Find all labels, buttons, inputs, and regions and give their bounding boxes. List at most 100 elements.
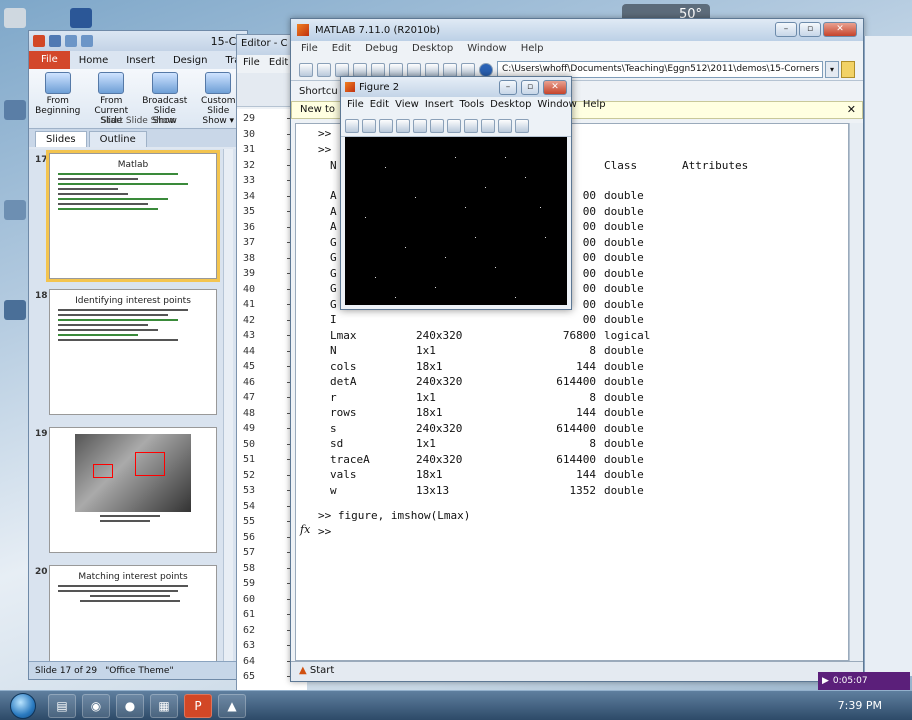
- slide-thumbnail[interactable]: Identifying interest points: [49, 289, 217, 415]
- fig-menu-window[interactable]: Window: [537, 99, 576, 113]
- taskbar-chrome-icon[interactable]: ●: [116, 693, 144, 718]
- pointer-icon[interactable]: [413, 118, 427, 133]
- copy-icon[interactable]: [353, 62, 367, 77]
- whos-class: double: [604, 251, 644, 264]
- zoom-in-icon[interactable]: [430, 118, 444, 133]
- menu-file[interactable]: File: [301, 43, 318, 57]
- image-pixel: [540, 207, 541, 208]
- minimize-button[interactable]: –: [775, 22, 797, 37]
- close-button[interactable]: ✕: [823, 22, 857, 37]
- tab-outline[interactable]: Outline: [88, 131, 147, 147]
- maximize-button[interactable]: ▫: [799, 22, 821, 37]
- fig-new-icon[interactable]: [345, 118, 359, 133]
- start-button[interactable]: ▲ Start: [291, 661, 863, 681]
- redo-icon[interactable]: [81, 35, 93, 47]
- play-icon[interactable]: ▶: [822, 676, 829, 686]
- folder-dropdown-icon[interactable]: ▾: [825, 61, 839, 78]
- menu-desktop[interactable]: Desktop: [412, 43, 453, 57]
- slide-photo-marker: [93, 464, 113, 478]
- browse-folder-icon[interactable]: [841, 61, 855, 78]
- ppt-tab-design[interactable]: Design: [164, 55, 217, 66]
- line-number: 31: [243, 144, 256, 155]
- figure-minimize-button[interactable]: –: [499, 79, 517, 95]
- taskbar-explorer-icon[interactable]: ▦: [150, 693, 178, 718]
- undo-icon[interactable]: [65, 35, 77, 47]
- figure-image[interactable]: [345, 137, 567, 305]
- slides-scrollbar[interactable]: [223, 149, 233, 661]
- save-icon[interactable]: [49, 35, 61, 47]
- slide-thumbnail[interactable]: Matching interest points: [49, 565, 217, 661]
- pan-icon[interactable]: [464, 118, 478, 133]
- menu-window[interactable]: Window: [467, 43, 506, 57]
- ppt-tab-file[interactable]: File: [29, 51, 70, 69]
- image-pixel: [515, 297, 516, 298]
- whos-size: 240x320: [416, 375, 463, 388]
- shortcuts-label: Shortcu: [299, 85, 338, 97]
- desktop-icon-word[interactable]: [70, 8, 92, 28]
- menu-debug[interactable]: Debug: [365, 43, 398, 57]
- fig-menu-view[interactable]: View: [395, 99, 419, 113]
- taskbar-office-icon[interactable]: ◉: [82, 693, 110, 718]
- menu-help[interactable]: Help: [521, 43, 544, 57]
- line-number: 49: [243, 423, 256, 434]
- windows-start-icon[interactable]: [10, 692, 36, 719]
- ppt-tab-home[interactable]: Home: [70, 55, 118, 66]
- desktop-icon-1[interactable]: [4, 100, 26, 120]
- open-file-icon[interactable]: [317, 62, 331, 77]
- new-file-icon[interactable]: [299, 62, 313, 77]
- figure-maximize-button[interactable]: ▫: [521, 79, 539, 95]
- cut-icon[interactable]: [335, 62, 349, 77]
- guide-icon[interactable]: [443, 62, 457, 77]
- taskbar-matlab-icon[interactable]: ▲: [218, 693, 246, 718]
- whos-name: Lmax: [330, 328, 357, 342]
- taskbar-folder-icon[interactable]: ▤: [48, 693, 76, 718]
- whos-name: A: [330, 189, 337, 202]
- help-icon[interactable]: [479, 62, 493, 77]
- undo-icon[interactable]: [389, 62, 403, 77]
- fig-open-icon[interactable]: [362, 118, 376, 133]
- profiler-icon[interactable]: [461, 62, 475, 77]
- desktop-icon-2[interactable]: [4, 200, 26, 220]
- slide-thumbnail[interactable]: [49, 427, 217, 553]
- slide-text-line: [90, 595, 170, 597]
- desktop-icon-recycle[interactable]: [4, 8, 26, 28]
- fig-menu-help[interactable]: Help: [583, 99, 606, 113]
- simulink-icon[interactable]: [425, 62, 439, 77]
- editor-menu-file[interactable]: File: [243, 57, 260, 68]
- command-window-scrollbar[interactable]: [849, 123, 863, 661]
- whos-class: double: [604, 282, 644, 295]
- desktop-icon-3[interactable]: [4, 300, 26, 320]
- fig-menu-insert[interactable]: Insert: [425, 99, 454, 113]
- tab-slides[interactable]: Slides: [35, 131, 87, 147]
- redo-icon[interactable]: [407, 62, 421, 77]
- zoom-out-icon[interactable]: [447, 118, 461, 133]
- taskbar-clock[interactable]: 7:39 PM: [838, 699, 882, 712]
- line-number: 29: [243, 113, 256, 124]
- whos-name: I: [330, 313, 337, 326]
- close-banner-icon[interactable]: ✕: [847, 103, 856, 116]
- fig-menu-edit[interactable]: Edit: [370, 99, 389, 113]
- fig-menu-tools[interactable]: Tools: [460, 99, 485, 113]
- menu-edit[interactable]: Edit: [332, 43, 351, 57]
- fig-save-icon[interactable]: [379, 118, 393, 133]
- fx-icon[interactable]: fx: [300, 522, 310, 537]
- taskbar-powerpoint-icon[interactable]: P: [184, 693, 212, 718]
- image-pixel: [385, 167, 386, 168]
- fig-print-icon[interactable]: [396, 118, 410, 133]
- figure-close-button[interactable]: ✕: [543, 79, 567, 95]
- line-number: 54: [243, 500, 256, 512]
- line-number: 63: [243, 640, 256, 651]
- whos-size: 18x1: [416, 468, 443, 481]
- line-number: 46: [243, 376, 256, 388]
- brush-icon[interactable]: [515, 118, 529, 133]
- ppt-tab-insert[interactable]: Insert: [117, 55, 164, 66]
- editor-menu-edit[interactable]: Edit: [269, 57, 288, 68]
- rotate-icon[interactable]: [481, 118, 495, 133]
- fig-menu-desktop[interactable]: Desktop: [490, 99, 531, 113]
- paste-icon[interactable]: [371, 62, 385, 77]
- fig-menu-file[interactable]: File: [347, 99, 364, 113]
- slide-thumbnail[interactable]: Matlab: [46, 150, 220, 282]
- data-cursor-icon[interactable]: [498, 118, 512, 133]
- whos-name: G: [330, 235, 337, 249]
- media-player-bar[interactable]: ▶ 0:05:07: [818, 672, 910, 690]
